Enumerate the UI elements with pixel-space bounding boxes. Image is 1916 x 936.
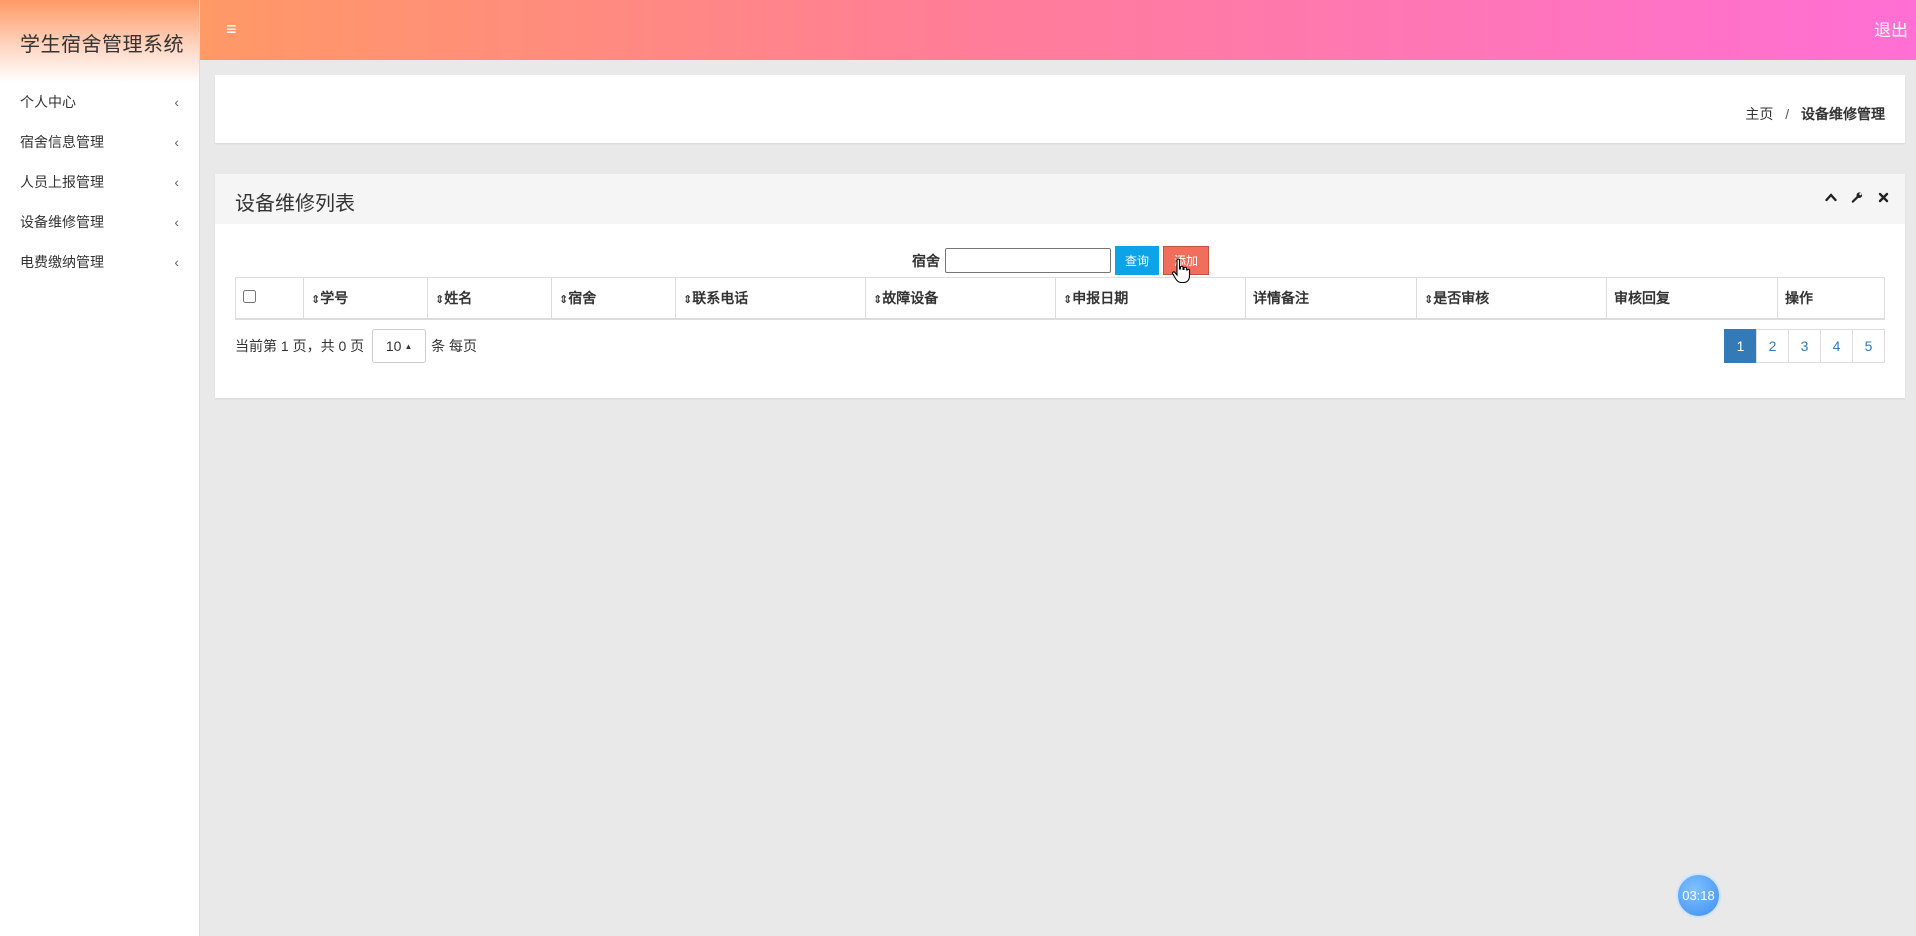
close-icon[interactable]: [1877, 189, 1889, 205]
column-header-review-reply: 审核回复: [1606, 277, 1778, 320]
sidebar-item-label: 人员上报管理: [20, 174, 104, 190]
sort-icon: ⇕: [435, 293, 445, 306]
sort-icon: ⇕: [683, 293, 693, 306]
chevron-left-icon: ‹: [174, 254, 179, 270]
chevron-left-icon: ‹: [174, 134, 179, 150]
sidebar-item-personal-center[interactable]: 个人中心 ‹: [0, 82, 199, 122]
sidebar-item-equipment-repair[interactable]: 设备维修管理 ‹: [0, 202, 199, 242]
sidebar-item-label: 宿舍信息管理: [20, 134, 104, 150]
per-page-label: 条 每页: [431, 338, 478, 354]
page-button[interactable]: 3: [1788, 329, 1821, 363]
column-header-dorm[interactable]: ⇕宿舍: [551, 277, 676, 320]
select-all-checkbox[interactable]: [243, 289, 256, 303]
page-button[interactable]: 1: [1724, 329, 1757, 363]
column-label: 学号: [320, 289, 349, 306]
column-header-details: 详情备注: [1245, 277, 1417, 320]
column-label: 详情备注: [1253, 289, 1309, 306]
page-button[interactable]: 5: [1852, 329, 1885, 363]
sidebar-item-dorm-info[interactable]: 宿舍信息管理 ‹: [0, 122, 199, 162]
query-button[interactable]: 查询: [1115, 246, 1160, 275]
search-bar: 宿舍 查询 添加: [912, 246, 1210, 275]
sidebar-item-label: 个人中心: [20, 94, 76, 110]
page-button[interactable]: 2: [1756, 329, 1789, 363]
page-size-select[interactable]: 10 ▲: [372, 329, 427, 363]
sort-icon: ⇕: [311, 293, 321, 306]
column-label: 宿舍: [568, 289, 597, 306]
column-header-faulty-device[interactable]: ⇕故障设备: [865, 277, 1056, 320]
sort-icon: ⇕: [873, 293, 883, 306]
logout-button[interactable]: 退出: [1874, 16, 1908, 41]
chevron-left-icon: ‹: [174, 214, 179, 230]
page-size-controls: 当前第 1 页，共 0 页 10 ▲ 条 每页: [235, 329, 477, 363]
sidebar-item-person-report[interactable]: 人员上报管理 ‹: [0, 162, 199, 202]
panel-header: 设备维修列表: [215, 174, 1905, 224]
chevron-left-icon: ‹: [174, 174, 179, 190]
sort-icon: ⇕: [1063, 293, 1073, 306]
pagination: 1 2 3 4 5: [1724, 329, 1885, 363]
floating-timer-button[interactable]: 03:18: [1676, 873, 1721, 918]
caret-up-icon: ▲: [404, 341, 413, 351]
column-label: 申报日期: [1072, 289, 1129, 306]
page-info: 当前第 1 页，共 0 页: [235, 338, 365, 354]
search-label: 宿舍: [912, 252, 940, 269]
menu-toggle-icon[interactable]: ≡: [226, 20, 237, 38]
panel-tools: [1825, 189, 1889, 205]
column-header-student-id[interactable]: ⇕学号: [303, 277, 428, 320]
breadcrumb-card: 主页 / 设备维修管理: [215, 75, 1905, 143]
repair-table: ⇕学号 ⇕姓名 ⇕宿舍 ⇕联系电话 ⇕故障设备 ⇕申报日期 详情备注 ⇕是否审核…: [235, 277, 1885, 320]
app-title: 学生宿舍管理系统: [0, 0, 199, 82]
table-header-row: ⇕学号 ⇕姓名 ⇕宿舍 ⇕联系电话 ⇕故障设备 ⇕申报日期 详情备注 ⇕是否审核…: [235, 277, 1885, 320]
wrench-icon[interactable]: [1851, 189, 1863, 205]
topbar: ≡ 退出: [200, 0, 1916, 60]
sidebar-item-label: 设备维修管理: [20, 214, 104, 230]
sort-icon: ⇕: [1424, 293, 1434, 306]
chevron-left-icon: ‹: [174, 94, 179, 110]
column-header-actions: 操作: [1777, 277, 1885, 320]
column-label: 故障设备: [882, 289, 939, 306]
dorm-search-input[interactable]: [945, 248, 1111, 273]
list-panel: 设备维修列表 宿舍 查询 添加 ⇕学号 ⇕姓名 ⇕宿舍 ⇕联系电话 ⇕故障设备 …: [215, 174, 1905, 398]
sidebar-item-label: 电费缴纳管理: [20, 254, 104, 270]
panel-title: 设备维修列表: [235, 193, 355, 215]
column-header-phone[interactable]: ⇕联系电话: [675, 277, 866, 320]
page-size-value: 10: [385, 338, 402, 354]
column-label: 操作: [1785, 289, 1813, 306]
breadcrumb-separator: /: [1785, 106, 1790, 122]
column-label: 是否审核: [1433, 289, 1490, 306]
sidebar-item-electricity-fee[interactable]: 电费缴纳管理 ‹: [0, 242, 199, 282]
column-header-report-date[interactable]: ⇕申报日期: [1055, 277, 1246, 320]
hand-cursor-icon: [1171, 258, 1191, 284]
breadcrumb-current: 设备维修管理: [1801, 106, 1885, 122]
sidebar: 学生宿舍管理系统 个人中心 ‹ 宿舍信息管理 ‹ 人员上报管理 ‹ 设备维修管理…: [0, 0, 200, 936]
breadcrumb: 主页 / 设备维修管理: [1745, 104, 1885, 124]
column-label: 姓名: [444, 289, 473, 306]
column-label: 审核回复: [1614, 289, 1670, 306]
breadcrumb-home-link[interactable]: 主页: [1745, 106, 1773, 122]
select-all-cell: [235, 277, 304, 320]
collapse-chevron-up-icon[interactable]: [1825, 189, 1837, 205]
page-button[interactable]: 4: [1820, 329, 1853, 363]
sort-icon: ⇕: [559, 293, 569, 306]
column-header-name[interactable]: ⇕姓名: [427, 277, 552, 320]
column-header-approved[interactable]: ⇕是否审核: [1416, 277, 1607, 320]
column-label: 联系电话: [692, 289, 749, 306]
